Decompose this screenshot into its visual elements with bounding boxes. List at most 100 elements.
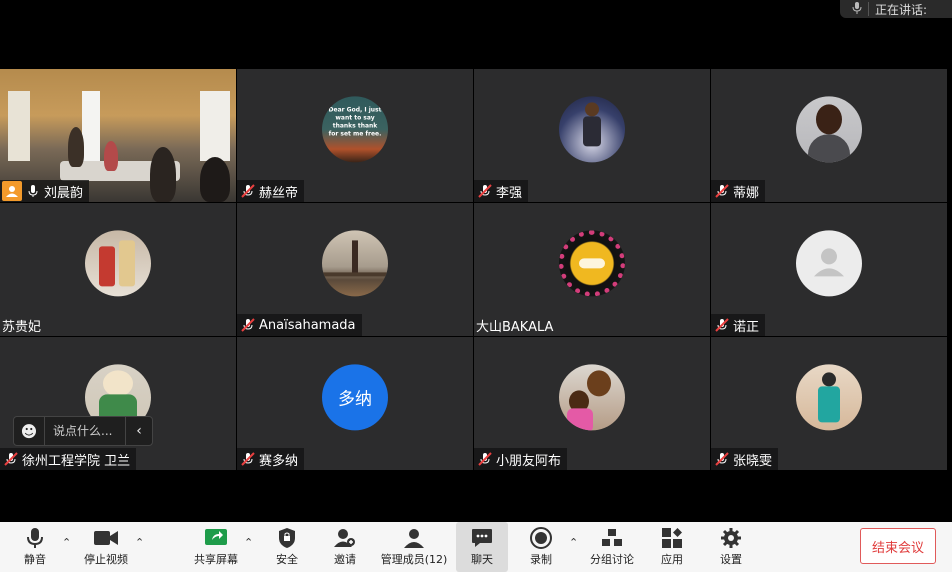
- avatar: 多纳: [322, 363, 388, 430]
- mic-muted-icon: [241, 318, 255, 332]
- chat-label: 聊天: [471, 553, 493, 566]
- video-grid: 刘晨韵 Dear God, I just want to say thanks …: [0, 69, 947, 471]
- stop-video-label: 停止视频: [84, 553, 128, 566]
- participant-name: 小朋友阿布: [496, 453, 562, 469]
- mute-button[interactable]: 静音: [18, 522, 52, 572]
- apps-button[interactable]: 应用: [655, 522, 689, 572]
- speaking-label: 正在讲话:: [875, 2, 928, 17]
- nameplate: 苏贵妃: [0, 314, 47, 336]
- window: [8, 91, 30, 161]
- invite-label: 邀请: [334, 553, 356, 566]
- participant-name: 赛多纳: [259, 453, 299, 469]
- mic-muted-icon: [715, 452, 729, 466]
- host-icon: [2, 181, 22, 201]
- security-button[interactable]: 安全: [270, 522, 304, 572]
- gear-icon: [719, 527, 743, 549]
- avatar: [559, 229, 625, 296]
- breakout-rooms-icon: [600, 527, 624, 549]
- nameplate: 诺正: [711, 314, 766, 336]
- participant-name: 李强: [496, 185, 523, 201]
- end-meeting-button[interactable]: 结束会议: [860, 528, 936, 564]
- invite-button[interactable]: 邀请: [328, 522, 362, 572]
- meeting-window: 正在讲话: 刘晨韵 Dear God, I just want to say t…: [0, 0, 952, 572]
- participant-tile[interactable]: 张晓雯: [711, 337, 947, 470]
- window: [82, 91, 100, 161]
- nameplate: 赫丝帝: [237, 180, 305, 202]
- chevron-up-icon[interactable]: ⌃: [135, 536, 144, 549]
- quick-chat-bar: ☻ 说点什么... ‹: [13, 416, 153, 446]
- person: [150, 147, 176, 202]
- participant-tile[interactable]: 蒂娜: [711, 69, 947, 202]
- users-icon: [402, 527, 426, 549]
- mute-label: 静音: [24, 553, 46, 566]
- nameplate: 赛多纳: [237, 448, 305, 470]
- participant-tile[interactable]: Anaïsahamada: [237, 203, 473, 336]
- mic-muted-icon: [478, 452, 492, 466]
- nameplate: 大山BAKALA: [474, 314, 559, 336]
- avatar: [559, 363, 625, 430]
- emoji-icon[interactable]: ☻: [14, 422, 44, 441]
- avatar: [796, 95, 862, 162]
- participant-name: 张晓雯: [733, 453, 773, 469]
- settings-button[interactable]: 设置: [714, 522, 748, 572]
- apps-label: 应用: [661, 553, 683, 566]
- avatar: [796, 363, 862, 430]
- breakout-button[interactable]: 分组讨论: [588, 522, 636, 572]
- breakout-label: 分组讨论: [590, 553, 634, 566]
- stop-video-button[interactable]: 停止视频: [80, 522, 132, 572]
- participant-tile[interactable]: 诺正: [711, 203, 947, 336]
- share-screen-button[interactable]: 共享屏幕: [190, 522, 242, 572]
- participant-name: 蒂娜: [733, 185, 760, 201]
- participant-name: 赫丝帝: [259, 185, 299, 201]
- record-button[interactable]: 录制: [524, 522, 558, 572]
- avatar: [322, 229, 388, 296]
- participant-name: 大山BAKALA: [476, 319, 554, 335]
- participant-name: Anaïsahamada: [259, 317, 356, 333]
- chat-button[interactable]: 聊天: [456, 522, 508, 572]
- security-label: 安全: [276, 553, 298, 566]
- participant-tile[interactable]: Dear God, I just want to say thanks than…: [237, 69, 473, 202]
- share-screen-label: 共享屏幕: [194, 553, 238, 566]
- person: [104, 141, 118, 171]
- nameplate: 李强: [474, 180, 529, 202]
- participant-tile[interactable]: 刘晨韵: [0, 69, 236, 202]
- avatar: Dear God, I just want to say thanks than…: [322, 95, 388, 162]
- mic-icon: [26, 184, 40, 198]
- mic-muted-icon: [4, 452, 18, 466]
- participant-tile[interactable]: 多纳 赛多纳: [237, 337, 473, 470]
- participant-name: 苏贵妃: [2, 319, 42, 335]
- participant-tile[interactable]: 小朋友阿布: [474, 337, 710, 470]
- person: [68, 127, 84, 167]
- chat-input[interactable]: 说点什么...: [44, 416, 126, 446]
- default-avatar-icon: [796, 229, 862, 296]
- participants-button[interactable]: 管理成员(12): [380, 522, 448, 572]
- divider: [868, 2, 869, 16]
- apps-icon: [660, 527, 684, 549]
- nameplate: 蒂娜: [711, 180, 766, 202]
- settings-label: 设置: [720, 553, 742, 566]
- participant-name: 徐州工程学院 卫兰: [22, 453, 131, 469]
- nameplate: 张晓雯: [711, 448, 779, 470]
- speaking-indicator: 正在讲话:: [840, 0, 952, 18]
- mic-icon: [852, 1, 862, 17]
- participant-tile[interactable]: 大山BAKALA: [474, 203, 710, 336]
- meeting-toolbar: 静音 ⌃ 停止视频 ⌃ 共享屏幕 ⌃ 安全 邀请 管理成员(12) 聊天 录制 …: [0, 522, 952, 572]
- mic-muted-icon: [241, 184, 255, 198]
- chevron-up-icon[interactable]: ⌃: [244, 536, 253, 549]
- collapse-icon[interactable]: ‹: [126, 423, 152, 439]
- chevron-up-icon[interactable]: ⌃: [62, 536, 71, 549]
- record-icon: [529, 527, 553, 549]
- microphone-icon: [23, 527, 47, 549]
- chevron-up-icon[interactable]: ⌃: [569, 536, 578, 549]
- mic-muted-icon: [241, 452, 255, 466]
- record-label: 录制: [530, 553, 552, 566]
- participant-name: 刘晨韵: [44, 185, 84, 201]
- participant-tile[interactable]: 苏贵妃: [0, 203, 236, 336]
- share-screen-icon: [204, 527, 228, 549]
- avatar-caption: Dear God, I just want to say thanks than…: [328, 105, 382, 137]
- participant-tile[interactable]: 徐州工程学院 卫兰: [0, 337, 236, 470]
- shield-icon: [275, 527, 299, 549]
- nameplate: 刘晨韵: [0, 180, 90, 202]
- participant-tile[interactable]: 李强: [474, 69, 710, 202]
- participants-label: 管理成员(12): [380, 553, 448, 566]
